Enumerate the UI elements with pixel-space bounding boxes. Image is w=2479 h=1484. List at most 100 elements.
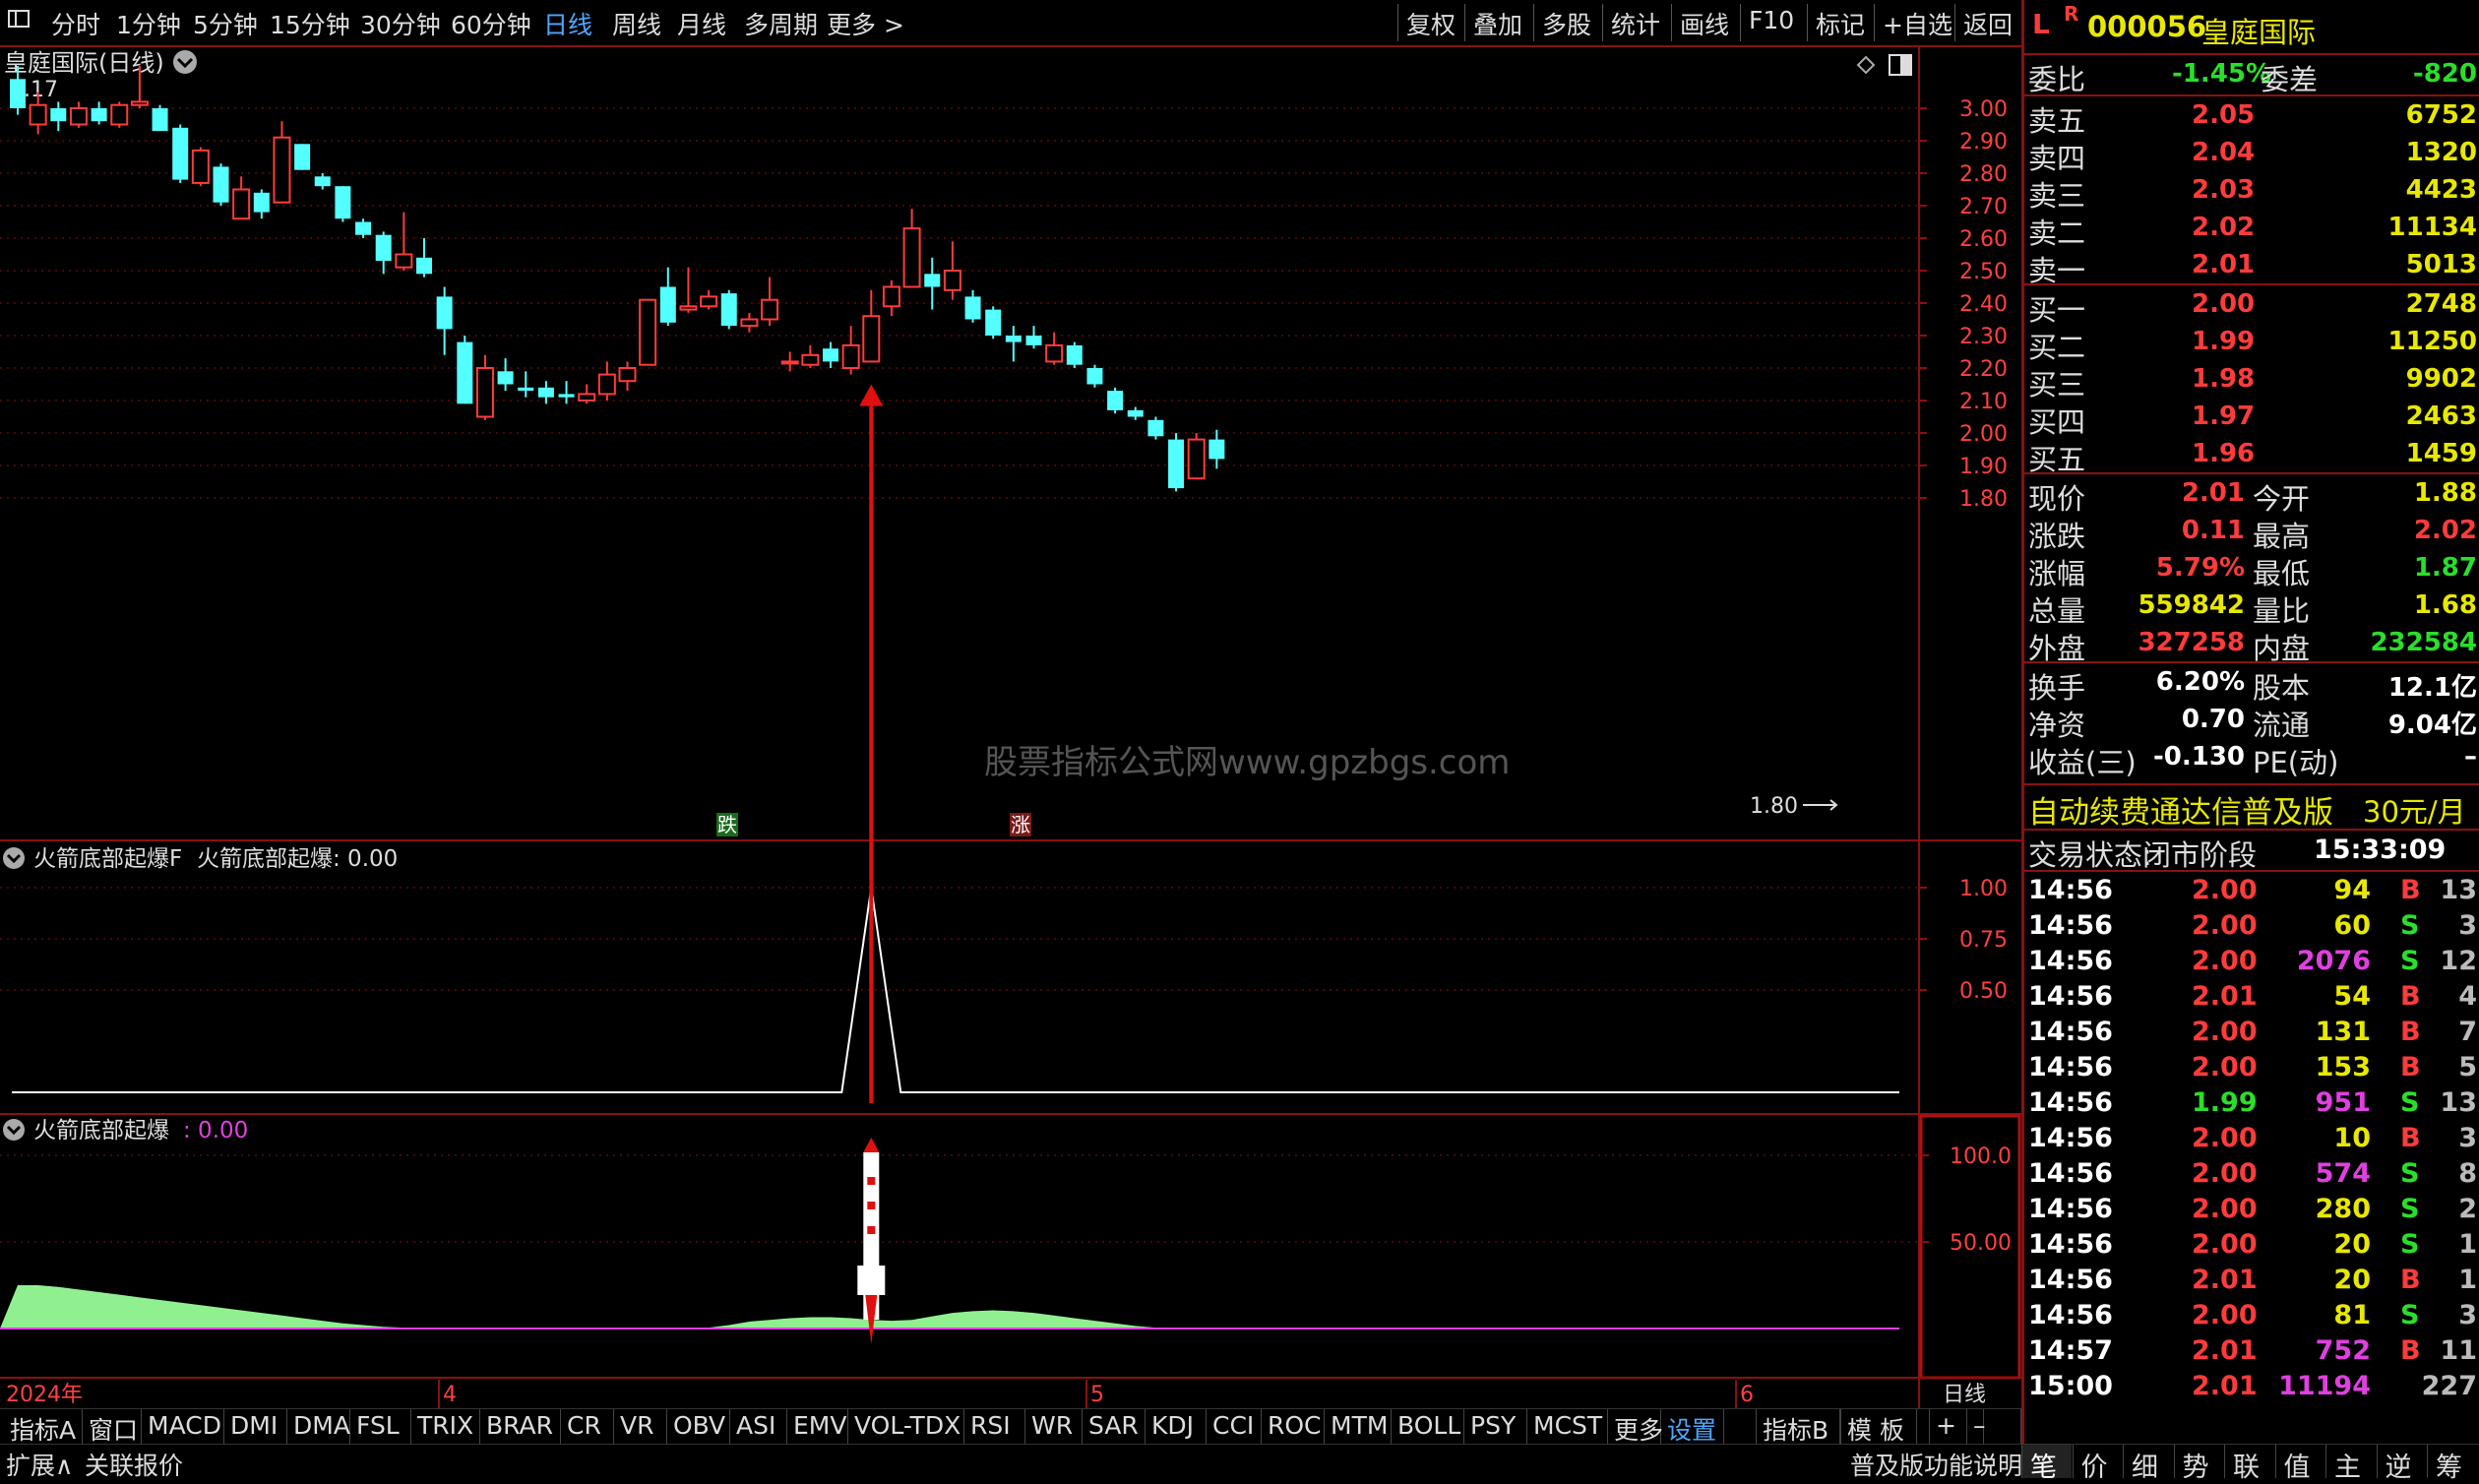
- quote-tab-1[interactable]: 价: [2072, 1445, 2123, 1483]
- candle: [50, 101, 67, 132]
- arrow-right-icon: [1803, 799, 1838, 811]
- sell-order-row[interactable]: 卖五 2.05 6752: [2024, 98, 2479, 138]
- tab-1[interactable]: 窗口: [83, 1409, 142, 1445]
- tab-7[interactable]: BRAR: [480, 1409, 561, 1445]
- diamond-icon[interactable]: [1856, 55, 1876, 75]
- tab-8[interactable]: CR: [561, 1409, 614, 1445]
- tick-time: 14:56: [2028, 946, 2113, 976]
- period-toolbar: 分时 1分钟 5分钟 15分钟 30分钟 60分钟 日线 周线 月线 多周期 更…: [0, 0, 2021, 47]
- period-3[interactable]: 5分钟: [193, 6, 258, 41]
- candle: [294, 144, 311, 170]
- quote-tab-5[interactable]: 值: [2274, 1445, 2325, 1483]
- candle: [761, 277, 779, 327]
- period-2[interactable]: 1分钟: [116, 6, 181, 41]
- buy-order-volume: 2748: [2405, 289, 2477, 319]
- tab-15[interactable]: WR: [1025, 1409, 1083, 1445]
- promo-banner[interactable]: 自动续费通达信普及版 30元/月: [2024, 787, 2479, 831]
- tab-24[interactable]: 更多: [1608, 1409, 1663, 1445]
- indicator1-tick: 0.50: [1959, 979, 2008, 1004]
- window-icon[interactable]: [1889, 54, 1912, 76]
- period-multi[interactable]: 多周期: [744, 6, 818, 41]
- quote-tab-7[interactable]: 逆: [2376, 1445, 2427, 1483]
- candle: [1086, 364, 1103, 388]
- tab-10[interactable]: OBV: [667, 1409, 730, 1445]
- tick-row: 14:56 2.00 574 S 8: [2024, 1157, 2479, 1193]
- quote-tab-0[interactable]: 笔: [2021, 1445, 2072, 1483]
- stat-label: 量比: [2253, 594, 2311, 628]
- quote-tab-4[interactable]: 联: [2224, 1445, 2274, 1483]
- back-button[interactable]: 返回: [1954, 4, 2020, 41]
- tick-side: B: [2400, 981, 2421, 1012]
- multi-stock-button[interactable]: 多股: [1533, 4, 1599, 41]
- buy-order-row[interactable]: 买一 2.00 2748: [2024, 287, 2479, 327]
- layout-icon[interactable]: [6, 6, 31, 37]
- tab-13[interactable]: VOL-TDX: [848, 1409, 964, 1445]
- period-daily[interactable]: 日线: [543, 6, 592, 41]
- tab-5[interactable]: FSL: [350, 1409, 411, 1445]
- price-tick: 2.40: [1959, 292, 2008, 317]
- tab-right-3[interactable]: –: [1966, 1409, 2021, 1445]
- period-4[interactable]: 15分钟: [270, 6, 350, 41]
- tab-4[interactable]: DMA: [287, 1409, 350, 1445]
- buy-order-row[interactable]: 买二 1.99 11250: [2024, 325, 2479, 364]
- sell-order-row[interactable]: 卖二 2.02 11134: [2024, 211, 2479, 250]
- tab-23[interactable]: MCST: [1527, 1409, 1608, 1445]
- period-weekly[interactable]: 周线: [612, 6, 661, 41]
- tab-12[interactable]: EMV: [787, 1409, 848, 1445]
- buy-order-label: 买二: [2028, 331, 2086, 364]
- tab-25[interactable]: 设置: [1661, 1409, 1724, 1445]
- tick-price: 2.00: [2192, 1052, 2258, 1082]
- sell-order-row[interactable]: 卖四 2.04 1320: [2024, 136, 2479, 175]
- overlay-button[interactable]: 叠加: [1464, 4, 1530, 41]
- tick-side: S: [2400, 1300, 2420, 1330]
- fuquan-button[interactable]: 复权: [1397, 4, 1463, 41]
- tab-14[interactable]: RSI: [964, 1409, 1025, 1445]
- tab-2[interactable]: MACD: [142, 1409, 224, 1445]
- period-1[interactable]: 分时: [51, 6, 100, 41]
- quote-tab-3[interactable]: 势: [2173, 1445, 2224, 1483]
- add-watchlist-button[interactable]: +自选: [1874, 4, 1960, 41]
- tick-count: 3: [2458, 1123, 2477, 1153]
- quote-tab-6[interactable]: 主: [2325, 1445, 2376, 1483]
- sell-order-row[interactable]: 卖三 2.03 4423: [2024, 173, 2479, 213]
- draw-line-button[interactable]: 画线: [1671, 4, 1737, 41]
- tab-22[interactable]: PSY: [1464, 1409, 1527, 1445]
- tab-9[interactable]: VR: [614, 1409, 667, 1445]
- tab-21[interactable]: BOLL: [1392, 1409, 1464, 1445]
- candle: [1066, 341, 1083, 368]
- chevron-down-icon[interactable]: [3, 847, 25, 869]
- tick-time: 15:00: [2028, 1371, 2113, 1401]
- period-more[interactable]: 更多 >: [827, 6, 904, 41]
- tab-right-1[interactable]: 模 板: [1840, 1409, 1917, 1445]
- buy-order-volume: 9902: [2405, 364, 2477, 394]
- tab-18[interactable]: CCI: [1207, 1409, 1262, 1445]
- f10-button[interactable]: F10: [1740, 4, 1802, 41]
- quote-tab-8[interactable]: 筹: [2427, 1445, 2477, 1483]
- period-5[interactable]: 30分钟: [360, 6, 441, 41]
- buy-order-row[interactable]: 买三 1.98 9902: [2024, 362, 2479, 402]
- kline-chart-area[interactable]: 皇庭国际(日线) 3.17 股票指标公式网www.gpzbgs.com 3.00…: [0, 45, 2021, 1408]
- tab-17[interactable]: KDJ: [1146, 1409, 1207, 1445]
- tab-16[interactable]: SAR: [1083, 1409, 1146, 1445]
- mark-button[interactable]: 标记: [1807, 4, 1873, 41]
- chevron-down-icon[interactable]: [173, 50, 197, 74]
- tab-11[interactable]: ASI: [730, 1409, 787, 1445]
- tab-6[interactable]: TRIX: [411, 1409, 480, 1445]
- candlesticks: [10, 66, 1225, 492]
- stats-button[interactable]: 统计: [1602, 4, 1668, 41]
- stat-label: 现价: [2028, 482, 2086, 516]
- tab-right-0[interactable]: 指标B: [1756, 1409, 1840, 1445]
- tab-19[interactable]: ROC: [1262, 1409, 1325, 1445]
- stat-row: 现价 2.01 今开 1.88: [2024, 476, 2479, 516]
- sell-order-row[interactable]: 卖一 2.01 5013: [2024, 248, 2479, 287]
- tab-0[interactable]: 指标A: [4, 1409, 83, 1445]
- chevron-down-icon[interactable]: [3, 1119, 25, 1141]
- tab-3[interactable]: DMI: [224, 1409, 287, 1445]
- buy-order-row[interactable]: 买四 1.97 2463: [2024, 400, 2479, 439]
- period-monthly[interactable]: 月线: [677, 6, 726, 41]
- period-6[interactable]: 60分钟: [451, 6, 531, 41]
- quote-tab-2[interactable]: 细: [2123, 1445, 2173, 1483]
- tick-row: 14:56 2.00 20 S 1: [2024, 1228, 2479, 1264]
- tab-20[interactable]: MTM: [1325, 1409, 1392, 1445]
- buy-order-row[interactable]: 买五 1.96 1459: [2024, 437, 2479, 476]
